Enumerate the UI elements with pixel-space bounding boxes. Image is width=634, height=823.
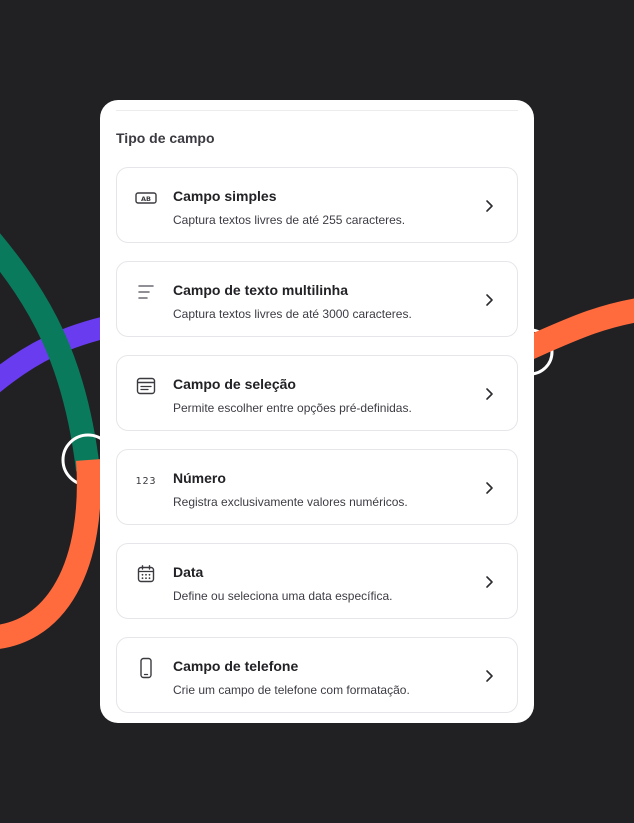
number-icon: 123 bbox=[135, 469, 157, 491]
option-description: Define ou seleciona uma data específica. bbox=[173, 589, 393, 603]
phone-icon bbox=[135, 657, 157, 679]
multiline-text-icon bbox=[135, 281, 157, 303]
calendar-icon bbox=[135, 563, 157, 585]
option-phone-field[interactable]: Campo de telefone Crie um campo de telef… bbox=[116, 637, 518, 713]
option-title: Data bbox=[173, 564, 204, 580]
number-icon-glyph: 123 bbox=[135, 476, 156, 487]
select-field-icon bbox=[135, 375, 157, 397]
chevron-right-icon bbox=[486, 294, 493, 306]
option-description: Captura textos livres de até 255 caracte… bbox=[173, 213, 406, 227]
option-title: Número bbox=[173, 470, 226, 486]
text-field-icon-glyph: AB bbox=[141, 195, 151, 203]
chevron-right-icon bbox=[486, 576, 493, 588]
option-description: Crie um campo de telefone com formatação… bbox=[173, 683, 410, 697]
option-description: Captura textos livres de até 3000 caract… bbox=[173, 307, 412, 321]
option-date-field[interactable]: Data Define ou seleciona uma data especí… bbox=[116, 543, 518, 619]
chevron-right-icon bbox=[486, 670, 493, 682]
option-description: Registra exclusivamente valores numérico… bbox=[173, 495, 408, 509]
chevron-right-icon bbox=[486, 482, 493, 494]
panel-title: Tipo de campo bbox=[116, 130, 215, 146]
option-title: Campo de telefone bbox=[173, 658, 299, 674]
option-description: Permite escolher entre opções pré-defini… bbox=[173, 401, 412, 415]
field-type-list: AB Campo simples Captura textos livres d… bbox=[116, 167, 518, 723]
field-type-panel: Tipo de campo AB Campo simples Captura t… bbox=[100, 100, 534, 723]
option-multiline-field[interactable]: Campo de texto multilinha Captura textos… bbox=[116, 261, 518, 337]
orange-ribbon-left bbox=[0, 459, 101, 649]
panel-divider bbox=[116, 110, 518, 111]
option-simple-field[interactable]: AB Campo simples Captura textos livres d… bbox=[116, 167, 518, 243]
text-field-icon: AB bbox=[135, 187, 157, 209]
chevron-right-icon bbox=[486, 388, 493, 400]
option-number-field[interactable]: 123 Número Registra exclusivamente valor… bbox=[116, 449, 518, 525]
chevron-right-icon bbox=[486, 200, 493, 212]
option-title: Campo de seleção bbox=[173, 376, 296, 392]
option-title: Campo de texto multilinha bbox=[173, 282, 349, 298]
option-title: Campo simples bbox=[173, 188, 277, 204]
option-select-field[interactable]: Campo de seleção Permite escolher entre … bbox=[116, 355, 518, 431]
